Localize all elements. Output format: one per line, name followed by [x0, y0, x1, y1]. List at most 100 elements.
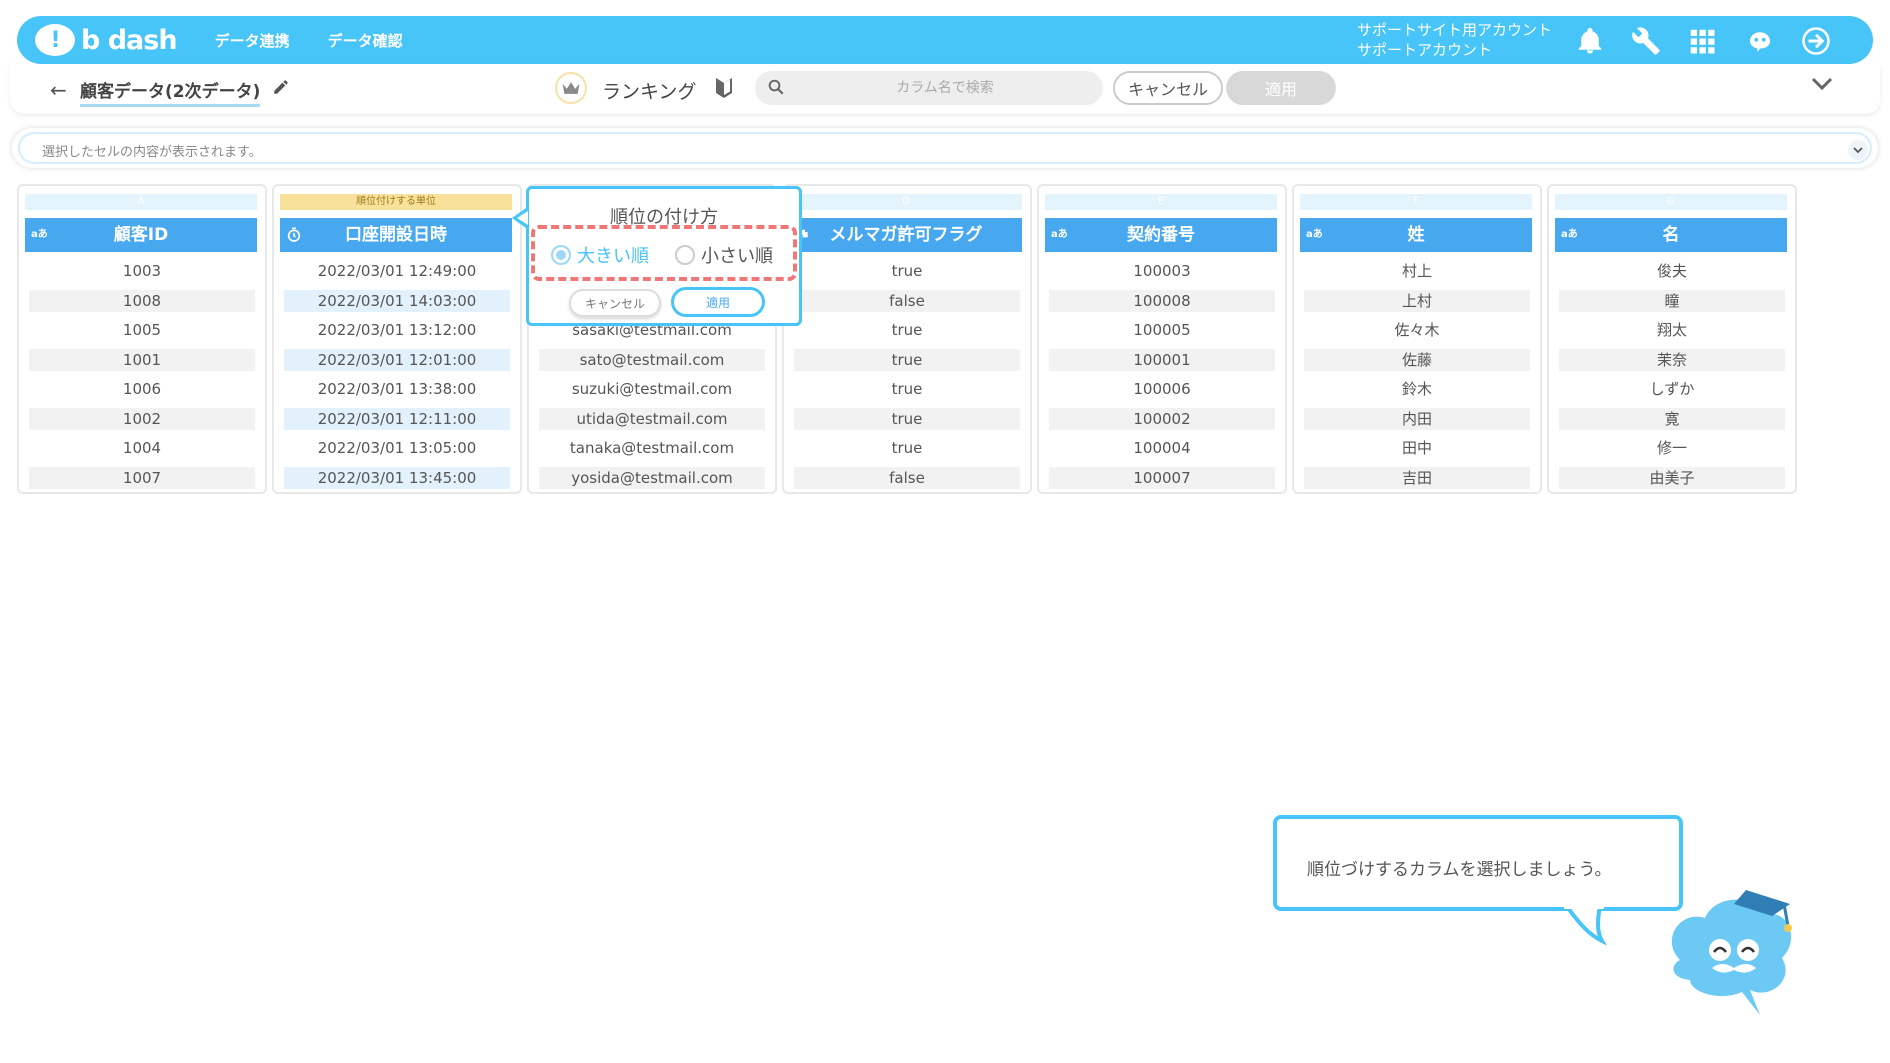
table-cell[interactable]: 由美子 — [1559, 467, 1785, 489]
logout-icon[interactable] — [1799, 26, 1833, 56]
ranking-unit-label: 順位付けする単位 — [280, 194, 512, 210]
table-cell[interactable]: 100003 — [1049, 260, 1275, 282]
table-cell[interactable]: 瞳 — [1559, 290, 1785, 312]
table-cell[interactable]: 100002 — [1049, 408, 1275, 430]
column-card[interactable]: F aあ 姓 村上 上村 佐々木 佐藤 鈴木 内田 田中 吉田 — [1292, 184, 1542, 494]
beginner-mark-icon[interactable] — [715, 76, 733, 100]
table-cell[interactable]: true — [794, 349, 1020, 371]
apply-button[interactable]: 適用 — [1226, 71, 1336, 105]
table-cell[interactable]: 鈴木 — [1304, 378, 1530, 400]
table-cell[interactable]: 1004 — [29, 437, 255, 459]
table-cell[interactable]: 上村 — [1304, 290, 1530, 312]
table-cell[interactable]: 2022/03/01 13:12:00 — [284, 319, 510, 341]
table-cell[interactable]: true — [794, 437, 1020, 459]
table-cell[interactable]: 佐藤 — [1304, 349, 1530, 371]
table-cell[interactable]: 俊夫 — [1559, 260, 1785, 282]
table-cell[interactable]: 2022/03/01 13:45:00 — [284, 467, 510, 489]
account-info[interactable]: サポートサイト用アカウント サポートアカウント — [1357, 20, 1552, 60]
column-header[interactable]: メルマガ許可フラグ — [790, 218, 1022, 252]
column-header[interactable]: aあ 姓 — [1300, 218, 1532, 252]
support-mascot-icon[interactable] — [1743, 26, 1777, 56]
table-cell[interactable]: 2022/03/01 12:49:00 — [284, 260, 510, 282]
apps-grid-icon[interactable] — [1687, 26, 1717, 56]
table-cell[interactable]: 内田 — [1304, 408, 1530, 430]
table-cell[interactable]: true — [794, 378, 1020, 400]
table-cell[interactable]: 2022/03/01 13:38:00 — [284, 378, 510, 400]
column-letter: G — [1555, 194, 1787, 210]
column-header[interactable]: 口座開設日時 — [280, 218, 512, 252]
table-cell[interactable]: 1002 — [29, 408, 255, 430]
table-cell[interactable]: 100006 — [1049, 378, 1275, 400]
table-cell[interactable]: 100004 — [1049, 437, 1275, 459]
table-cell[interactable]: 100008 — [1049, 290, 1275, 312]
table-cell[interactable]: 村上 — [1304, 260, 1530, 282]
table-cell[interactable]: utida@testmail.com — [539, 408, 765, 430]
chevron-down-icon[interactable] — [1810, 76, 1834, 92]
expand-chevron-icon[interactable] — [1848, 140, 1868, 160]
column-letter: F — [1300, 194, 1532, 210]
mode-label: ランキング — [602, 81, 697, 103]
table-cell[interactable]: 1003 — [29, 260, 255, 282]
cell-content-field[interactable]: 選択したセルの内容が表示されます。 — [18, 132, 1872, 164]
table-cell[interactable]: 100007 — [1049, 467, 1275, 489]
table-cell[interactable]: yosida@testmail.com — [539, 467, 765, 489]
radio-descending[interactable]: 大きい順 — [551, 242, 649, 268]
text-type-icon: aあ — [1561, 229, 1578, 240]
back-arrow-icon[interactable]: ← — [50, 78, 67, 102]
popup-apply-button[interactable]: 適用 — [671, 287, 765, 317]
wrench-icon[interactable] — [1631, 26, 1661, 56]
column-letter: D — [790, 194, 1022, 210]
table-cell[interactable]: 2022/03/01 14:03:00 — [284, 290, 510, 312]
logo-text: b dash — [81, 24, 178, 56]
column-card[interactable]: E aあ 契約番号 100003 100008 100005 100001 10… — [1037, 184, 1287, 494]
table-cell[interactable]: 寛 — [1559, 408, 1785, 430]
column-card[interactable]: 順位付けする単位 口座開設日時 2022/03/01 12:49:00 2022… — [272, 184, 522, 494]
column-card[interactable]: D メルマガ許可フラグ true false true true true tr… — [782, 184, 1032, 494]
table-cell[interactable]: 2022/03/01 13:05:00 — [284, 437, 510, 459]
table-cell[interactable]: 修一 — [1559, 437, 1785, 459]
table-cell[interactable]: true — [794, 408, 1020, 430]
table-cell[interactable]: 100005 — [1049, 319, 1275, 341]
bell-icon[interactable] — [1575, 26, 1605, 56]
highlight-dashed-box: 大きい順 小さい順 — [531, 225, 797, 281]
table-cell[interactable]: suzuki@testmail.com — [539, 378, 765, 400]
column-card[interactable]: G aあ 名 俊夫 瞳 翔太 茉奈 しずか 寛 修一 由美子 — [1547, 184, 1797, 494]
table-cell[interactable]: tanaka@testmail.com — [539, 437, 765, 459]
radio-ascending[interactable]: 小さい順 — [675, 242, 773, 268]
clock-icon — [287, 227, 301, 242]
table-cell[interactable]: 1005 — [29, 319, 255, 341]
radio-selected-icon — [551, 245, 571, 265]
table-cell[interactable]: しずか — [1559, 378, 1785, 400]
logo[interactable]: ! b dash — [35, 24, 178, 56]
column-header[interactable]: aあ 顧客ID — [25, 218, 257, 252]
speech-bubble-tail — [1564, 905, 1607, 945]
table-cell[interactable]: false — [794, 290, 1020, 312]
nav-data-integration[interactable]: データ連携 — [215, 30, 290, 51]
pencil-icon[interactable] — [272, 78, 290, 96]
cancel-button[interactable]: キャンセル — [1113, 71, 1223, 105]
table-cell[interactable]: 2022/03/01 12:01:00 — [284, 349, 510, 371]
tutorial-speech-bubble: 順位づけするカラムを選択しましょう。 — [1273, 815, 1683, 911]
popup-cancel-button[interactable]: キャンセル — [569, 289, 661, 317]
table-cell[interactable]: 1007 — [29, 467, 255, 489]
search-input[interactable] — [795, 71, 1095, 105]
table-cell[interactable]: true — [794, 319, 1020, 341]
column-header[interactable]: aあ 名 — [1555, 218, 1787, 252]
table-cell[interactable]: 100001 — [1049, 349, 1275, 371]
table-cell[interactable]: sato@testmail.com — [539, 349, 765, 371]
table-cell[interactable]: true — [794, 260, 1020, 282]
table-cell[interactable]: 1006 — [29, 378, 255, 400]
nav-data-check[interactable]: データ確認 — [328, 30, 403, 51]
table-cell[interactable]: 佐々木 — [1304, 319, 1530, 341]
table-cell[interactable]: 翔太 — [1559, 319, 1785, 341]
table-cell[interactable]: 1001 — [29, 349, 255, 371]
column-header[interactable]: aあ 契約番号 — [1045, 218, 1277, 252]
table-cell[interactable]: 田中 — [1304, 437, 1530, 459]
table-cell[interactable]: 1008 — [29, 290, 255, 312]
table-cell[interactable]: 2022/03/01 12:11:00 — [284, 408, 510, 430]
table-cell[interactable]: false — [794, 467, 1020, 489]
column-card[interactable]: A aあ 顧客ID 1003 1008 1005 1001 1006 1002 … — [17, 184, 267, 494]
table-cell[interactable]: 吉田 — [1304, 467, 1530, 489]
table-name[interactable]: 顧客データ(2次データ) — [80, 77, 261, 107]
table-cell[interactable]: 茉奈 — [1559, 349, 1785, 371]
